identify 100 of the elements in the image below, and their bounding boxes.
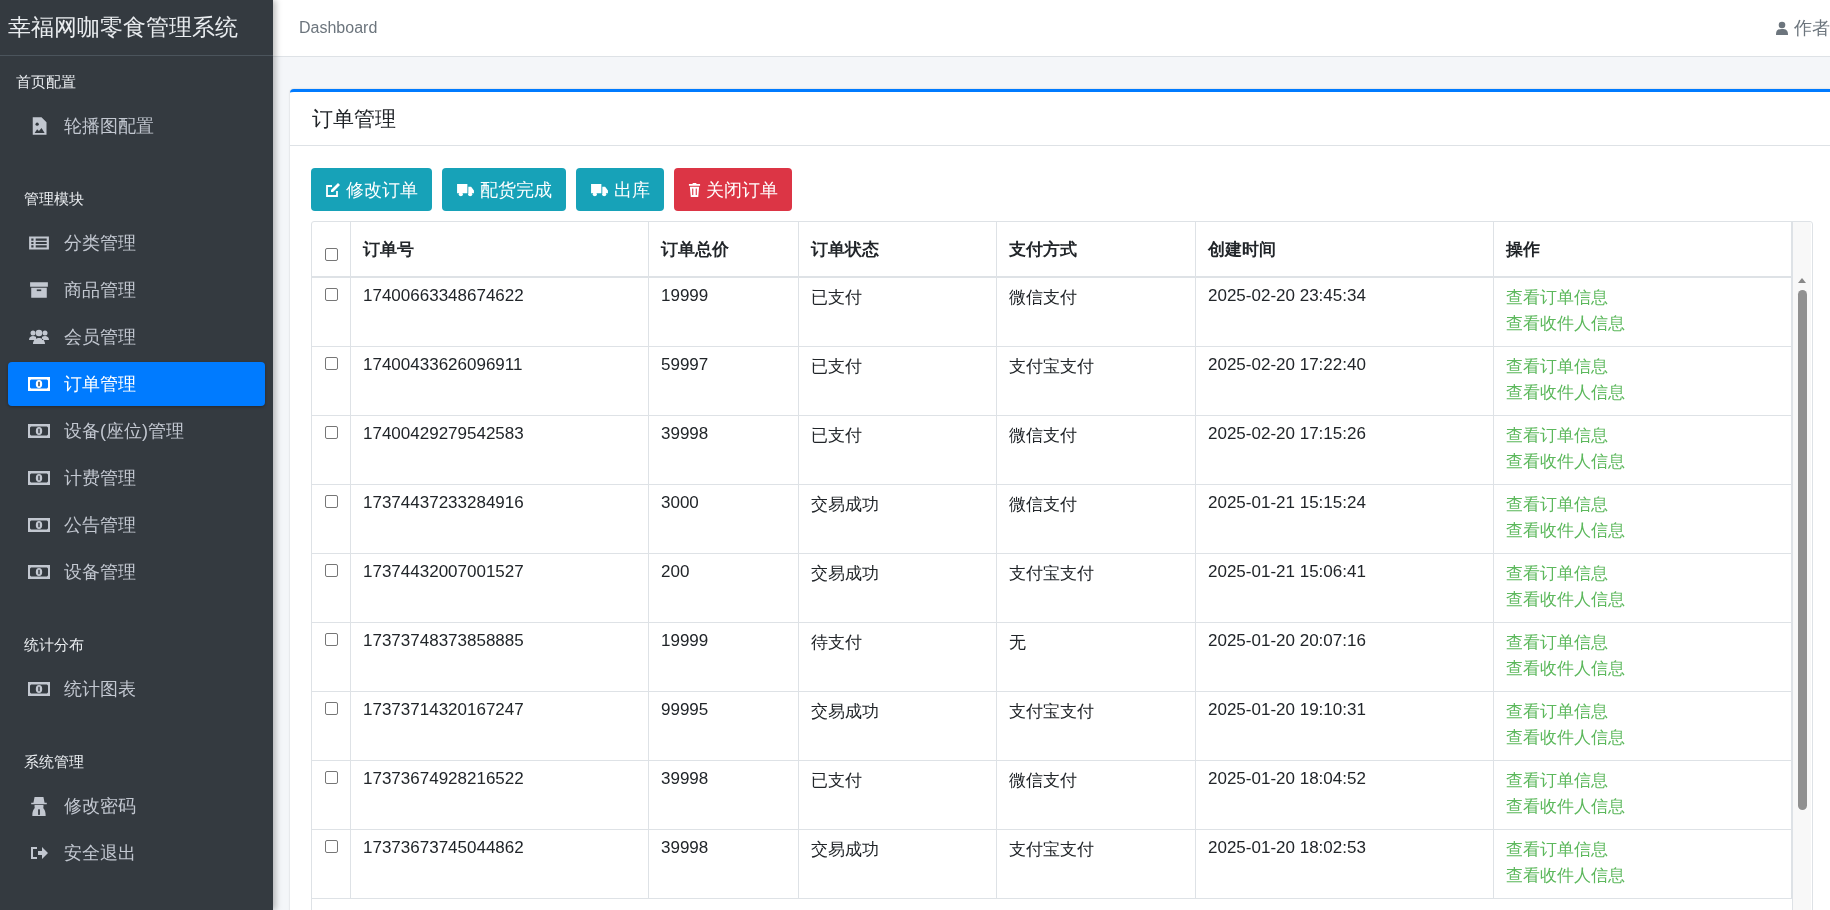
table-cell: 17400433626096911 bbox=[351, 347, 649, 415]
user-icon bbox=[1776, 21, 1788, 35]
table-cell: 39998 bbox=[649, 416, 799, 484]
sidebar-item[interactable]: 设备(座位)管理 bbox=[8, 409, 265, 453]
trash-icon bbox=[688, 182, 701, 197]
table-link[interactable]: 查看订单信息 bbox=[1506, 700, 1791, 723]
table-cell: 19999 bbox=[649, 278, 799, 346]
table-link[interactable]: 查看收件人信息 bbox=[1506, 795, 1791, 818]
row-checkbox[interactable] bbox=[325, 426, 338, 439]
table-link[interactable]: 查看收件人信息 bbox=[1506, 312, 1791, 335]
table-cell: 微信支付 bbox=[997, 416, 1196, 484]
action-button[interactable]: 修改订单 bbox=[311, 168, 432, 211]
table-link[interactable]: 查看订单信息 bbox=[1506, 355, 1791, 378]
table-cell: 17373674928216522 bbox=[351, 761, 649, 829]
table-cell: 支付宝支付 bbox=[997, 347, 1196, 415]
table-cell: 已支付 bbox=[799, 278, 997, 346]
box-icon bbox=[28, 281, 50, 299]
table-link[interactable]: 查看订单信息 bbox=[1506, 562, 1791, 585]
banknote-icon bbox=[28, 565, 50, 579]
sidebar-item[interactable]: 分类管理 bbox=[8, 221, 265, 265]
row-checkbox[interactable] bbox=[325, 840, 338, 853]
table-cell: 17374432007001527 bbox=[351, 554, 649, 622]
table-link[interactable]: 查看收件人信息 bbox=[1506, 450, 1791, 473]
sidebar-item[interactable]: 计费管理 bbox=[8, 456, 265, 500]
table-cell: 无 bbox=[997, 623, 1196, 691]
table-cell: 微信支付 bbox=[997, 278, 1196, 346]
edit-icon bbox=[325, 181, 341, 198]
table-cell: 微信支付 bbox=[997, 761, 1196, 829]
sidebar-item[interactable]: 修改密码 bbox=[8, 784, 265, 828]
table-link[interactable]: 查看收件人信息 bbox=[1506, 519, 1791, 542]
column-header: 创建时间 bbox=[1196, 222, 1494, 276]
table-link[interactable]: 查看订单信息 bbox=[1506, 838, 1791, 861]
table-cell: 17373748373858885 bbox=[351, 623, 649, 691]
table-cell: 17373673745044862 bbox=[351, 830, 649, 898]
table-cell: 支付宝支付 bbox=[997, 554, 1196, 622]
sign-out-icon bbox=[28, 845, 50, 861]
table-link[interactable]: 查看订单信息 bbox=[1506, 631, 1791, 654]
sidebar-item[interactable]: 设备管理 bbox=[8, 550, 265, 594]
column-header: 订单状态 bbox=[799, 222, 997, 276]
action-button[interactable]: 关闭订单 bbox=[674, 168, 792, 211]
sidebar-item[interactable]: 安全退出 bbox=[8, 831, 265, 875]
row-checkbox[interactable] bbox=[325, 633, 338, 646]
action-button[interactable]: 出库 bbox=[576, 168, 664, 211]
table-link[interactable]: 查看订单信息 bbox=[1506, 286, 1791, 309]
users-icon bbox=[28, 328, 50, 346]
sidebar-item[interactable]: 轮播图配置 bbox=[8, 104, 265, 148]
table-link[interactable]: 查看订单信息 bbox=[1506, 493, 1791, 516]
table-cell: 2025-01-20 18:02:53 bbox=[1196, 830, 1494, 898]
row-checkbox[interactable] bbox=[325, 288, 338, 301]
table-cell: 2025-01-21 15:06:41 bbox=[1196, 554, 1494, 622]
table-cell: 59997 bbox=[649, 347, 799, 415]
sidebar-item[interactable]: 公告管理 bbox=[8, 503, 265, 547]
table-cell: 已支付 bbox=[799, 761, 997, 829]
section-heading: 系统管理 bbox=[23, 752, 85, 772]
row-checkbox[interactable] bbox=[325, 495, 338, 508]
table-cell: 99995 bbox=[649, 692, 799, 760]
action-button[interactable]: 配货完成 bbox=[442, 168, 566, 211]
table-cell: 交易成功 bbox=[799, 485, 997, 553]
sidebar-item[interactable]: 会员管理 bbox=[8, 315, 265, 359]
row-checkbox[interactable] bbox=[325, 702, 338, 715]
table-cell: 2025-02-20 17:22:40 bbox=[1196, 347, 1494, 415]
table-link[interactable]: 查看收件人信息 bbox=[1506, 381, 1791, 404]
select-all-checkbox[interactable] bbox=[325, 247, 338, 261]
table-cell: 2025-01-20 20:07:16 bbox=[1196, 623, 1494, 691]
scrollbar[interactable] bbox=[1792, 222, 1811, 910]
user-menu[interactable]: 作者 bbox=[1776, 16, 1830, 40]
row-checkbox[interactable] bbox=[325, 564, 338, 577]
column-header: 订单总价 bbox=[649, 222, 799, 276]
table-cell: 交易成功 bbox=[799, 554, 997, 622]
table-cell: 已支付 bbox=[799, 416, 997, 484]
banknote-icon bbox=[28, 471, 50, 485]
banknote-icon bbox=[28, 682, 50, 696]
banknote-icon bbox=[28, 377, 50, 391]
table-cell: 17374437233284916 bbox=[351, 485, 649, 553]
row-checkbox[interactable] bbox=[325, 357, 338, 370]
table-cell: 2025-02-20 17:15:26 bbox=[1196, 416, 1494, 484]
section-heading: 统计分布 bbox=[23, 635, 85, 655]
table-cell: 17373714320167247 bbox=[351, 692, 649, 760]
breadcrumb-link[interactable]: Dashboard bbox=[299, 19, 378, 37]
table-link[interactable]: 查看订单信息 bbox=[1506, 424, 1791, 447]
table-link[interactable]: 查看收件人信息 bbox=[1506, 657, 1791, 680]
sidebar-item[interactable]: 统计图表 bbox=[8, 667, 265, 711]
spy-icon bbox=[28, 796, 50, 816]
sidebar-item[interactable]: 订单管理 bbox=[8, 362, 265, 406]
table-cell: 19999 bbox=[649, 623, 799, 691]
table-link[interactable]: 查看收件人信息 bbox=[1506, 726, 1791, 749]
truck-icon bbox=[590, 182, 609, 197]
table-link[interactable]: 查看收件人信息 bbox=[1506, 588, 1791, 611]
table-cell: 支付宝支付 bbox=[997, 830, 1196, 898]
banknote-icon bbox=[28, 424, 50, 438]
column-header: 订单号 bbox=[351, 222, 649, 276]
table-cell: 交易成功 bbox=[799, 830, 997, 898]
table-cell: 17400429279542583 bbox=[351, 416, 649, 484]
sidebar-item[interactable]: 商品管理 bbox=[8, 268, 265, 312]
table-link[interactable]: 查看收件人信息 bbox=[1506, 864, 1791, 887]
section-heading: 首页配置 bbox=[15, 72, 77, 92]
table-link[interactable]: 查看订单信息 bbox=[1506, 769, 1791, 792]
table-cell: 2025-01-20 18:04:52 bbox=[1196, 761, 1494, 829]
list-icon bbox=[28, 234, 50, 252]
row-checkbox[interactable] bbox=[325, 771, 338, 784]
